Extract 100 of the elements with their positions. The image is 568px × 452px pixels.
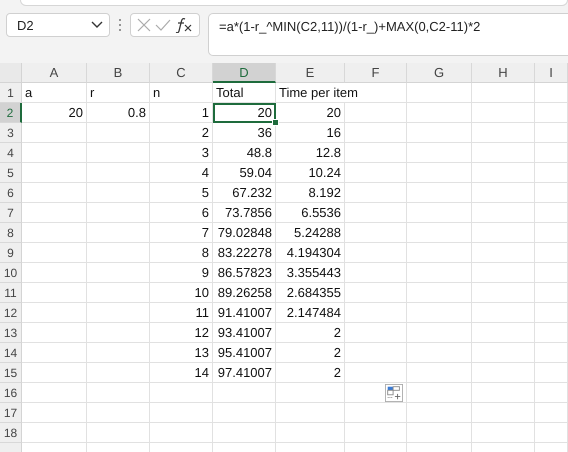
row-header[interactable]: 6 <box>0 183 22 203</box>
table-cell[interactable] <box>22 423 87 443</box>
table-cell[interactable]: 97.41007 <box>213 363 276 383</box>
column-header[interactable]: G <box>407 63 472 83</box>
row-header[interactable]: 11 <box>0 283 22 303</box>
table-cell[interactable] <box>472 163 535 183</box>
row-header[interactable]: 15 <box>0 363 22 383</box>
table-cell[interactable]: n <box>150 83 213 103</box>
table-cell[interactable] <box>22 403 87 423</box>
column-header[interactable]: D <box>213 63 276 83</box>
table-cell[interactable]: 6 <box>150 203 213 223</box>
table-cell[interactable]: 48.8 <box>213 143 276 163</box>
table-cell[interactable]: 20 <box>213 103 276 123</box>
table-cell[interactable]: 73.7856 <box>213 203 276 223</box>
table-cell[interactable] <box>345 263 407 283</box>
table-cell[interactable] <box>472 143 535 163</box>
table-cell[interactable] <box>472 323 535 343</box>
table-cell[interactable] <box>407 383 472 403</box>
table-cell[interactable] <box>407 283 472 303</box>
table-cell[interactable]: 11 <box>150 303 213 323</box>
table-cell[interactable] <box>22 303 87 323</box>
table-cell[interactable]: 8.192 <box>276 183 345 203</box>
table-cell[interactable]: r <box>87 83 150 103</box>
table-cell[interactable] <box>87 383 150 403</box>
table-cell[interactable] <box>535 403 568 423</box>
table-cell[interactable] <box>213 383 276 403</box>
table-cell[interactable] <box>535 163 568 183</box>
table-cell[interactable] <box>407 363 472 383</box>
table-cell[interactable] <box>87 143 150 163</box>
table-cell[interactable] <box>22 183 87 203</box>
table-cell[interactable]: 9 <box>150 263 213 283</box>
table-cell[interactable] <box>535 183 568 203</box>
table-cell[interactable]: 4.194304 <box>276 243 345 263</box>
table-cell[interactable]: 86.57823 <box>213 263 276 283</box>
table-cell[interactable] <box>407 403 472 423</box>
table-cell[interactable] <box>535 243 568 263</box>
table-cell[interactable] <box>535 263 568 283</box>
table-cell[interactable] <box>472 263 535 283</box>
column-header[interactable]: F <box>345 63 407 83</box>
table-cell[interactable] <box>22 263 87 283</box>
table-cell[interactable] <box>407 183 472 203</box>
table-cell[interactable]: 2 <box>276 323 345 343</box>
table-cell[interactable] <box>472 183 535 203</box>
table-cell[interactable] <box>22 163 87 183</box>
table-cell[interactable] <box>535 343 568 363</box>
table-cell[interactable] <box>87 123 150 143</box>
table-cell[interactable] <box>407 423 472 443</box>
table-cell[interactable]: 67.232 <box>213 183 276 203</box>
row-header[interactable]: 18 <box>0 423 22 443</box>
table-cell[interactable]: 89.26258 <box>213 283 276 303</box>
table-cell[interactable] <box>407 83 472 103</box>
table-cell[interactable] <box>345 243 407 263</box>
table-cell[interactable] <box>276 423 345 443</box>
table-cell[interactable] <box>213 403 276 423</box>
table-cell[interactable] <box>407 243 472 263</box>
table-cell[interactable]: 8 <box>150 243 213 263</box>
table-cell[interactable] <box>345 103 407 123</box>
table-cell[interactable] <box>472 383 535 403</box>
table-cell[interactable] <box>407 143 472 163</box>
table-cell[interactable]: 5 <box>150 183 213 203</box>
table-cell[interactable] <box>535 223 568 243</box>
table-cell[interactable] <box>345 143 407 163</box>
table-cell[interactable] <box>535 363 568 383</box>
table-cell[interactable] <box>87 243 150 263</box>
table-cell[interactable] <box>535 203 568 223</box>
table-cell[interactable] <box>407 103 472 123</box>
row-header[interactable]: 9 <box>0 243 22 263</box>
table-cell[interactable]: 1 <box>150 103 213 123</box>
row-header[interactable]: 1 <box>0 83 22 103</box>
select-all-corner[interactable] <box>0 63 22 83</box>
table-cell[interactable]: 12 <box>150 323 213 343</box>
table-cell[interactable] <box>472 343 535 363</box>
table-cell[interactable] <box>87 363 150 383</box>
confirm-icon[interactable] <box>155 19 171 31</box>
table-cell[interactable] <box>22 223 87 243</box>
table-cell[interactable] <box>345 203 407 223</box>
table-cell[interactable] <box>345 403 407 423</box>
table-cell[interactable] <box>472 203 535 223</box>
table-cell[interactable] <box>535 423 568 443</box>
table-cell[interactable] <box>407 123 472 143</box>
table-cell[interactable]: 10 <box>150 283 213 303</box>
table-cell[interactable]: 14 <box>150 363 213 383</box>
table-cell[interactable] <box>345 223 407 243</box>
table-cell[interactable] <box>472 243 535 263</box>
table-cell[interactable]: 2 <box>276 343 345 363</box>
row-header[interactable]: 7 <box>0 203 22 223</box>
table-cell[interactable] <box>472 303 535 323</box>
table-cell[interactable] <box>345 423 407 443</box>
row-header[interactable]: 4 <box>0 143 22 163</box>
table-cell[interactable] <box>87 283 150 303</box>
row-header[interactable]: 5 <box>0 163 22 183</box>
table-cell[interactable]: 12.8 <box>276 143 345 163</box>
table-cell[interactable] <box>87 423 150 443</box>
table-cell[interactable] <box>345 323 407 343</box>
row-header[interactable]: 16 <box>0 383 22 403</box>
column-header[interactable]: B <box>87 63 150 83</box>
row-header[interactable]: 2 <box>0 103 22 123</box>
table-cell[interactable]: 6.5536 <box>276 203 345 223</box>
table-cell[interactable]: 95.41007 <box>213 343 276 363</box>
table-cell[interactable] <box>276 403 345 423</box>
